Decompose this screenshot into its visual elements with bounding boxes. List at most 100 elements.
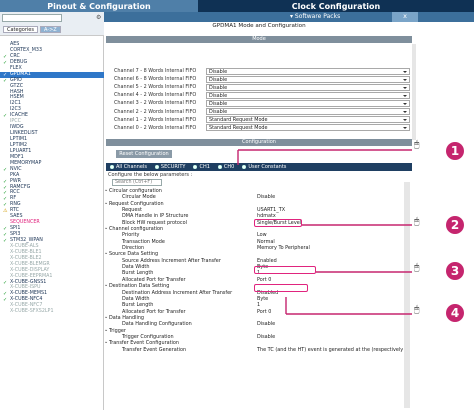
channel-mode-row: Channel 4 - 2 Words Internal FIFO Disable bbox=[114, 91, 410, 99]
stm32cubemx-window: Pinout & Configuration Clock Configurati… bbox=[0, 0, 474, 410]
channel-label: Channel 0 - 2 Words Internal FIFO bbox=[114, 124, 197, 131]
direction-highlight bbox=[254, 266, 316, 274]
sidebar-item-label: MEMORYMAP bbox=[10, 160, 42, 166]
sidebar-item-label: X-CUBE-BLE1 bbox=[10, 249, 42, 255]
mouse-icon: 🖱 bbox=[414, 263, 420, 273]
parameter-scrollbar[interactable] bbox=[404, 182, 410, 408]
sub-toolbar: ▾ Software Packs x bbox=[104, 12, 474, 22]
sidebar-item-label: X-CUBE-ALS bbox=[10, 243, 39, 249]
sidebar-item-label: IWDG bbox=[10, 125, 24, 131]
sidebar-item-label: DEBUG bbox=[10, 59, 28, 65]
sidebar-item-label: MDF1 bbox=[10, 154, 24, 160]
sidebar-item[interactable]: X-CUBE-SFXS2LP1 bbox=[0, 309, 104, 315]
gear-icon[interactable]: ⚙ bbox=[96, 14, 101, 21]
channel-mode-row: Channel 1 - 2 Words Internal FIFO Standar… bbox=[114, 116, 410, 124]
sidebar-item-label: X-CUBE-SFXS2LP1 bbox=[10, 309, 54, 315]
channel-mode-row: Channel 6 - 8 Words Internal FIFO Disable bbox=[114, 75, 410, 83]
channel-mode-row: Channel 5 - 2 Words Internal FIFO Disable bbox=[114, 83, 410, 91]
mode-scrollbar[interactable] bbox=[412, 44, 416, 140]
sidebar-item-label: GTZC bbox=[10, 83, 24, 89]
channel-label: Channel 2 - 2 Words Internal FIFO bbox=[114, 108, 197, 115]
tab-ch0[interactable]: CH0 bbox=[217, 164, 235, 170]
channel-mode-select[interactable]: Disable bbox=[206, 99, 410, 107]
sidebar-item-label: GPDMA1 bbox=[10, 71, 31, 77]
configuration-section-bar: Configuration bbox=[106, 139, 412, 146]
source-increment-highlight bbox=[254, 284, 308, 292]
channel-label: Channel 1 - 2 Words Internal FIFO bbox=[114, 116, 197, 123]
channel-mode-select[interactable]: Disable bbox=[206, 91, 410, 99]
peripheral-search-input[interactable] bbox=[2, 14, 62, 22]
tab-clock-configuration[interactable]: Clock Configuration bbox=[198, 0, 474, 12]
sidebar-item-label: X-CUBE-EEPRMA1 bbox=[10, 273, 53, 279]
channel-mode-select[interactable]: Disable bbox=[206, 83, 410, 91]
parameter-row[interactable]: Transfer Event Generation The TC (and the… bbox=[104, 347, 410, 353]
callout-3: 3 bbox=[446, 262, 464, 280]
tab-pinout-configuration[interactable]: Pinout & Configuration bbox=[0, 0, 198, 12]
sidebar-item-label: LPTIM2 bbox=[10, 142, 28, 148]
sidebar-item-label: ICACHE bbox=[10, 113, 28, 119]
sort-tabs: Categories A->Z bbox=[3, 26, 61, 33]
channel-mode-select[interactable]: Standard Request Mode bbox=[206, 124, 410, 132]
sidebar-item-label: RNG bbox=[10, 202, 21, 208]
parameter-value[interactable]: The TC (and the HT) event is generated a… bbox=[257, 347, 409, 353]
tab-label: SECURITY bbox=[160, 164, 186, 170]
tab-ch1[interactable]: CH1 bbox=[193, 164, 210, 170]
mode-section-bar: Mode bbox=[106, 36, 412, 43]
sidebar-item-label: I2C3 bbox=[10, 107, 21, 113]
channel-label: Channel 5 - 2 Words Internal FIFO bbox=[114, 84, 197, 91]
sidebar-item-label: X-CUBE-BLE2 bbox=[10, 255, 42, 261]
callout-2: 2 bbox=[446, 216, 464, 234]
channel-mode-row: Channel 7 - 8 Words Internal FIFO Disable bbox=[114, 67, 410, 75]
mouse-icon: 🖱 bbox=[414, 217, 420, 227]
mouse-icon: 🖱 bbox=[414, 140, 420, 150]
software-packs-menu[interactable]: ▾ Software Packs bbox=[290, 13, 340, 20]
channel-label: Channel 4 - 2 Words Internal FIFO bbox=[114, 92, 197, 99]
sidebar-item-label: CORTEX_M33 bbox=[10, 47, 42, 53]
sidebar-item-label: LINKEDLIST bbox=[10, 131, 38, 137]
radio-dot-icon bbox=[217, 165, 222, 169]
tab-label: User Constants bbox=[248, 164, 287, 170]
categories-tab[interactable]: Categories bbox=[3, 26, 38, 33]
tab-label: CH0 bbox=[223, 164, 235, 170]
sidebar-item-label: X-CUBE-GNSS1 bbox=[10, 279, 47, 285]
panel-title: GPDMA1 Mode and Configuration bbox=[212, 23, 306, 29]
mode-configuration-panel: GPDMA1 Mode and Configuration Mode Chann… bbox=[104, 22, 474, 410]
sidebar-item-label: LPUART1 bbox=[10, 148, 32, 154]
peripheral-list: AES CORTEX_M33 ✓ CRC ✓ DEBUG FLEX ✓ GPDMA1 ✓ GPIO G… bbox=[0, 42, 104, 315]
sidebar-item-label: HASH bbox=[10, 89, 24, 95]
sidebar-item-label: X-CUBE-DISPLAY bbox=[10, 267, 50, 273]
sidebar-item-label: RTC bbox=[10, 208, 19, 214]
sidebar-item-label: PWR bbox=[10, 178, 21, 184]
channel-mode-select[interactable]: Disable bbox=[206, 75, 410, 83]
channel-mode-select[interactable]: Disable bbox=[206, 108, 410, 116]
channel-mode-select[interactable]: Disable bbox=[206, 67, 410, 75]
channel-mode-row: Channel 2 - 2 Words Internal FIFO Disable bbox=[114, 108, 410, 116]
sidebar-item-label: NVIC bbox=[10, 166, 22, 172]
sidebar-item-label: STM32_WPAN bbox=[10, 237, 43, 243]
tab-security[interactable]: SECURITY bbox=[154, 164, 186, 170]
channel-label: Channel 7 - 8 Words Internal FIFO bbox=[114, 68, 197, 75]
reset-configuration-button[interactable]: Reset Configuration bbox=[116, 150, 172, 158]
sidebar-item-label: RF bbox=[10, 196, 17, 202]
channel-mode-select[interactable]: Standard Request Mode bbox=[206, 116, 410, 124]
callout-4: 4 bbox=[446, 304, 464, 322]
sidebar-item-label: SPI1 bbox=[10, 226, 21, 232]
tab-all-channels[interactable]: All Channels bbox=[110, 164, 147, 170]
request-highlight bbox=[254, 219, 302, 227]
channel-mode-row: Channel 3 - 2 Words Internal FIFO Disable bbox=[114, 99, 410, 107]
sidebar-item-label: X-CUBE-NFC4 bbox=[10, 297, 43, 303]
sidebar-item-label: CRC bbox=[10, 53, 20, 59]
sidebar-item-label: GPIO bbox=[10, 77, 22, 83]
radio-dot-icon bbox=[193, 165, 198, 169]
tab-user-constants[interactable]: User Constants bbox=[242, 164, 286, 170]
peripheral-panel: ⚙ Categories A->Z AES CORTEX_M33 ✓ CRC ✓ DEBU… bbox=[0, 12, 104, 410]
parameter-search-input[interactable]: Search (Ctrl+F) bbox=[112, 179, 162, 186]
az-tab[interactable]: A->Z bbox=[39, 26, 61, 33]
parameter-name: Transfer Event Generation bbox=[122, 346, 187, 353]
tab-label: All Channels bbox=[116, 164, 147, 170]
channel-label: Channel 3 - 2 Words Internal FIFO bbox=[114, 100, 197, 107]
close-button[interactable]: x bbox=[392, 12, 418, 22]
sidebar-item-label: RAMCFG bbox=[10, 184, 31, 190]
sidebar-item-label: SAES bbox=[10, 214, 23, 220]
sidebar-item-label: I2C1 bbox=[10, 101, 21, 107]
